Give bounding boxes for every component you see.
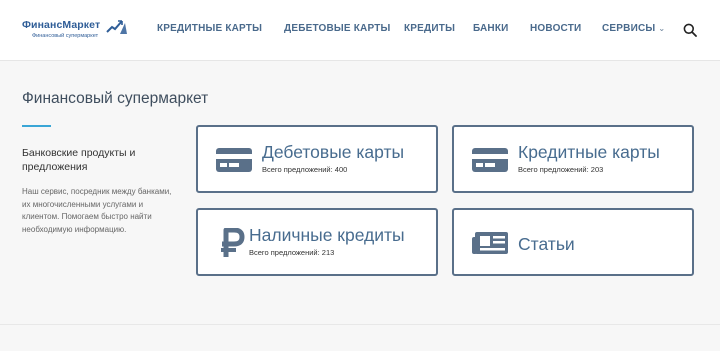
title-accent-line [22, 125, 51, 127]
sidebar-title: Банковские продукты и предложения [22, 147, 136, 173]
card-cash-loans[interactable]: Наличные кредиты Всего предложений: 213 [196, 208, 438, 276]
card-credit-cards[interactable]: Кредитные карты Всего предложений: 203 [452, 125, 694, 193]
card-title: Кредитные карты [518, 142, 660, 162]
nav-news[interactable]: НОВОСТИ [530, 23, 581, 34]
nav-credits[interactable]: КРЕДИТЫ [404, 23, 455, 34]
nav-debit-cards[interactable]: ДЕБЕТОВЫЕ КАРТЫ [284, 23, 391, 34]
card-title: Статьи [518, 234, 575, 254]
logo-subtitle: Финансовый супермаркет [32, 33, 99, 39]
chevron-down-icon: ⌄ [658, 24, 666, 33]
card-icon [472, 148, 508, 172]
newspaper-icon [472, 232, 508, 254]
card-title: Наличные кредиты [249, 225, 405, 245]
search-icon[interactable] [683, 23, 697, 37]
card-offers-count: Всего предложений: 400 [262, 165, 348, 174]
logo-mark-icon [106, 20, 127, 34]
nav-services[interactable]: СЕРВИСЫ ⌄ [602, 23, 665, 34]
header: ФинансМаркет Финансовый супермаркет КРЕД… [0, 0, 720, 61]
card-icon [216, 148, 252, 172]
card-debit-cards[interactable]: Дебетовые карты Всего предложений: 400 [196, 125, 438, 193]
section-divider [0, 324, 720, 325]
card-offers-count: Всего предложений: 203 [518, 165, 604, 174]
page-title: Финансовый супермаркет [22, 90, 209, 107]
card-articles[interactable]: Статьи [452, 208, 694, 276]
nav-credit-cards[interactable]: КРЕДИТНЫЕ КАРТЫ [157, 23, 262, 34]
nav-services-label: СЕРВИСЫ [602, 23, 656, 34]
card-offers-count: Всего предложений: 213 [249, 248, 335, 257]
logo[interactable]: ФинансМаркет Финансовый супермаркет [22, 19, 132, 43]
ruble-icon [221, 228, 245, 257]
card-title: Дебетовые карты [262, 142, 405, 162]
nav-banks[interactable]: БАНКИ [473, 23, 509, 34]
logo-title: ФинансМаркет [22, 19, 101, 31]
sidebar-description: Наш сервис, посредник между банками, их … [22, 187, 172, 234]
